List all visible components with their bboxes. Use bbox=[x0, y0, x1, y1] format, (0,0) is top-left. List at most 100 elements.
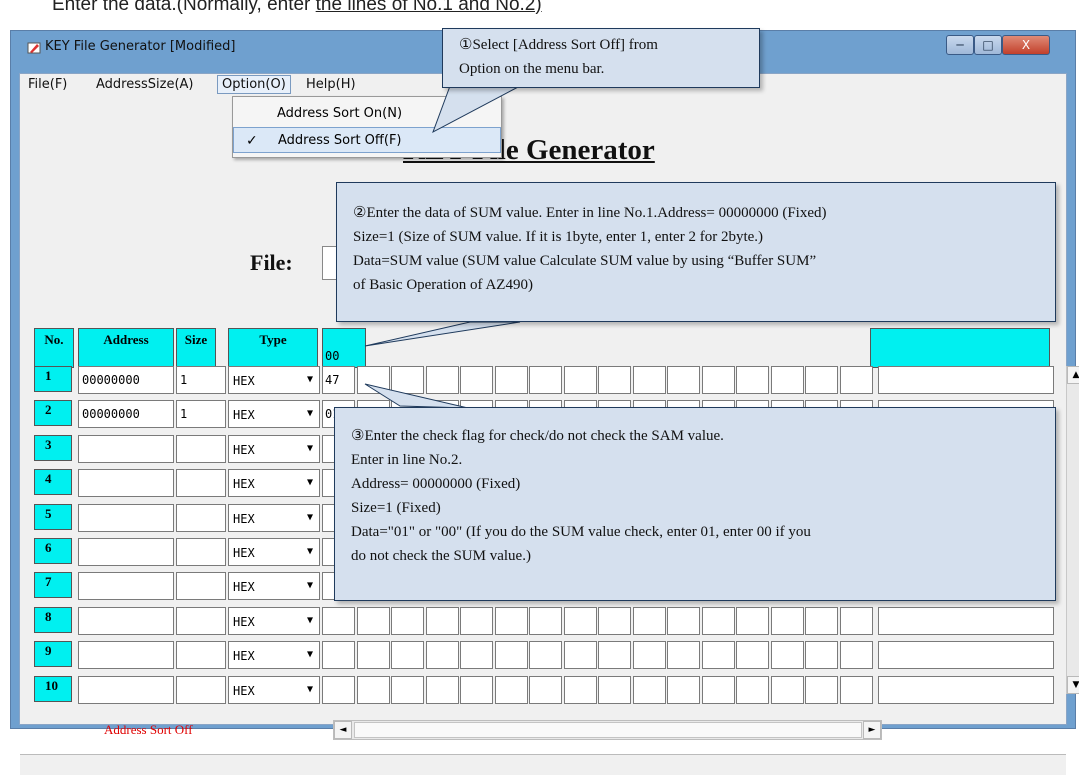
data-byte-cell[interactable] bbox=[495, 641, 528, 669]
data-byte-cell[interactable] bbox=[357, 676, 390, 704]
data-byte-cell[interactable] bbox=[460, 641, 493, 669]
data-byte-cell[interactable] bbox=[495, 607, 528, 635]
menu-address-size[interactable]: AddressSize(A) bbox=[92, 76, 198, 93]
data-byte-cell[interactable] bbox=[771, 676, 804, 704]
address-field[interactable] bbox=[78, 538, 174, 566]
data-byte-cell[interactable] bbox=[840, 641, 873, 669]
data-byte-cell[interactable] bbox=[840, 366, 873, 394]
data-byte-cell[interactable] bbox=[633, 366, 666, 394]
data-byte-cell[interactable] bbox=[322, 676, 355, 704]
size-field[interactable] bbox=[176, 641, 226, 669]
data-byte-cell[interactable] bbox=[667, 641, 700, 669]
scroll-thumb[interactable] bbox=[354, 722, 862, 738]
data-byte-cell[interactable] bbox=[529, 607, 562, 635]
data-byte-cell[interactable] bbox=[564, 607, 597, 635]
data-byte-cell[interactable] bbox=[667, 366, 700, 394]
type-select[interactable]: HEX ▼ bbox=[228, 400, 320, 428]
size-field[interactable] bbox=[176, 469, 226, 497]
data-byte-cell[interactable]: 47 bbox=[322, 366, 355, 394]
close-button[interactable]: X bbox=[1002, 35, 1050, 55]
data-byte-cell[interactable] bbox=[391, 366, 424, 394]
data-byte-cell[interactable] bbox=[460, 676, 493, 704]
data-byte-cell[interactable] bbox=[702, 366, 735, 394]
vertical-scrollbar[interactable]: ▲ ▼ bbox=[1066, 366, 1079, 694]
data-byte-cell[interactable] bbox=[322, 607, 355, 635]
comment-field[interactable] bbox=[878, 607, 1054, 635]
data-byte-cell[interactable] bbox=[702, 607, 735, 635]
address-field[interactable] bbox=[78, 572, 174, 600]
data-byte-cell[interactable] bbox=[391, 676, 424, 704]
data-byte-cell[interactable] bbox=[564, 641, 597, 669]
type-select[interactable]: HEX ▼ bbox=[228, 538, 320, 566]
size-field[interactable] bbox=[176, 435, 226, 463]
scroll-up-button[interactable]: ▲ bbox=[1067, 366, 1079, 384]
chevron-down-icon[interactable]: ▼ bbox=[301, 573, 319, 599]
chevron-down-icon[interactable]: ▼ bbox=[301, 505, 319, 531]
data-byte-cell[interactable] bbox=[357, 607, 390, 635]
data-byte-cell[interactable] bbox=[667, 607, 700, 635]
data-byte-cell[interactable] bbox=[667, 676, 700, 704]
data-byte-cell[interactable] bbox=[322, 641, 355, 669]
type-select[interactable]: HEX ▼ bbox=[228, 676, 320, 704]
chevron-down-icon[interactable]: ▼ bbox=[301, 367, 319, 393]
type-select[interactable]: HEX ▼ bbox=[228, 641, 320, 669]
menu-file[interactable]: File(F) bbox=[24, 76, 71, 93]
data-byte-cell[interactable] bbox=[391, 607, 424, 635]
scroll-down-button[interactable]: ▼ bbox=[1067, 676, 1079, 694]
horizontal-scrollbar[interactable]: ◄ ► bbox=[333, 720, 882, 740]
data-byte-cell[interactable] bbox=[426, 366, 459, 394]
comment-field[interactable] bbox=[878, 366, 1054, 394]
data-byte-cell[interactable] bbox=[805, 641, 838, 669]
data-byte-cell[interactable] bbox=[840, 607, 873, 635]
data-byte-cell[interactable] bbox=[357, 641, 390, 669]
address-field[interactable] bbox=[78, 435, 174, 463]
type-select[interactable]: HEX ▼ bbox=[228, 504, 320, 532]
address-field[interactable]: 00000000 bbox=[78, 400, 174, 428]
data-byte-cell[interactable] bbox=[529, 641, 562, 669]
data-byte-cell[interactable] bbox=[426, 676, 459, 704]
type-select[interactable]: HEX ▼ bbox=[228, 607, 320, 635]
data-byte-cell[interactable] bbox=[426, 607, 459, 635]
data-byte-cell[interactable] bbox=[805, 676, 838, 704]
chevron-down-icon[interactable]: ▼ bbox=[301, 470, 319, 496]
data-byte-cell[interactable] bbox=[633, 607, 666, 635]
data-byte-cell[interactable] bbox=[771, 641, 804, 669]
data-byte-cell[interactable] bbox=[840, 676, 873, 704]
data-byte-cell[interactable] bbox=[529, 366, 562, 394]
comment-field[interactable] bbox=[878, 676, 1054, 704]
data-byte-cell[interactable] bbox=[529, 676, 562, 704]
type-select[interactable]: HEX ▼ bbox=[228, 469, 320, 497]
data-byte-cell[interactable] bbox=[736, 607, 769, 635]
chevron-down-icon[interactable]: ▼ bbox=[301, 436, 319, 462]
data-byte-cell[interactable] bbox=[598, 366, 631, 394]
size-field[interactable] bbox=[176, 538, 226, 566]
scroll-left-button[interactable]: ◄ bbox=[334, 721, 352, 739]
address-field[interactable] bbox=[78, 676, 174, 704]
chevron-down-icon[interactable]: ▼ bbox=[301, 677, 319, 703]
data-byte-cell[interactable] bbox=[495, 676, 528, 704]
maximize-button[interactable]: □ bbox=[974, 35, 1002, 55]
data-byte-cell[interactable] bbox=[564, 366, 597, 394]
address-field[interactable] bbox=[78, 641, 174, 669]
data-byte-cell[interactable] bbox=[736, 366, 769, 394]
data-byte-cell[interactable] bbox=[598, 641, 631, 669]
data-byte-cell[interactable] bbox=[633, 676, 666, 704]
data-byte-cell[interactable] bbox=[495, 366, 528, 394]
menu-option[interactable]: Option(O) bbox=[217, 75, 291, 94]
data-byte-cell[interactable] bbox=[357, 366, 390, 394]
minimize-button[interactable]: ─ bbox=[946, 35, 974, 55]
data-byte-cell[interactable] bbox=[736, 676, 769, 704]
type-select[interactable]: HEX ▼ bbox=[228, 435, 320, 463]
chevron-down-icon[interactable]: ▼ bbox=[301, 539, 319, 565]
data-byte-cell[interactable] bbox=[805, 366, 838, 394]
data-byte-cell[interactable] bbox=[460, 607, 493, 635]
chevron-down-icon[interactable]: ▼ bbox=[301, 642, 319, 668]
address-field[interactable]: 00000000 bbox=[78, 366, 174, 394]
data-byte-cell[interactable] bbox=[426, 641, 459, 669]
menu-item-address-sort-on[interactable]: Address Sort On(N) bbox=[233, 101, 501, 127]
scroll-right-button[interactable]: ► bbox=[863, 721, 881, 739]
data-byte-cell[interactable] bbox=[771, 366, 804, 394]
menu-item-address-sort-off[interactable]: ✓ Address Sort Off(F) bbox=[233, 127, 501, 153]
data-byte-cell[interactable] bbox=[702, 676, 735, 704]
address-field[interactable] bbox=[78, 607, 174, 635]
